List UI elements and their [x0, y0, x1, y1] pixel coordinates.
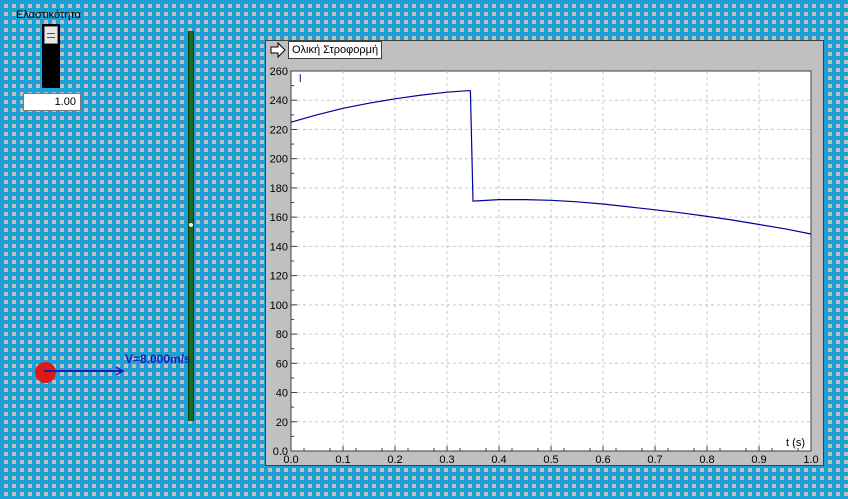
workspace-grid-line — [245, 0, 246, 499]
y-tick-label: 60 — [276, 358, 288, 370]
elasticity-value-field[interactable]: 1.00 — [23, 93, 81, 111]
x-tick-label: 0.9 — [751, 454, 766, 466]
x-tick-label: 0.8 — [699, 454, 714, 466]
y-tick-label: 40 — [276, 388, 288, 400]
y-tick-label: 0.0 — [273, 446, 288, 458]
y-tick-label: 220 — [270, 124, 288, 136]
y-tick-label: 80 — [276, 329, 288, 341]
x-axis-label: t (s) — [786, 437, 805, 449]
y-tick-label: 200 — [270, 154, 288, 166]
y-tick-label: 100 — [270, 300, 288, 312]
x-tick-label: 0.7 — [647, 454, 662, 466]
elasticity-label: Ελαστικότητα — [16, 9, 81, 21]
angular-momentum-chart: 0.0 0.1 0.2 0.3 0.4 0.5 0.6 0.7 0.8 0.9 1.00.02040… — [270, 66, 819, 466]
workspace-grid-line — [0, 31, 848, 32]
workspace-grid-line — [0, 468, 848, 469]
velocity-vector[interactable] — [44, 364, 134, 378]
x-tick-label: 1.0 — [803, 454, 818, 466]
workspace-grid-line — [195, 0, 196, 499]
workspace-grid-line — [845, 0, 846, 499]
series-label: l — [299, 73, 301, 85]
elasticity-slider-thumb[interactable] — [44, 26, 58, 44]
x-tick-label: 0.1 — [335, 454, 350, 466]
velocity-label: V=8.000m/s — [125, 352, 191, 366]
y-tick-label: 120 — [270, 271, 288, 283]
y-tick-label: 260 — [270, 66, 288, 78]
arrow-right-icon[interactable] — [270, 41, 286, 58]
y-tick-label: 160 — [270, 212, 288, 224]
x-tick-label: 0.5 — [543, 454, 558, 466]
y-tick-label: 240 — [270, 95, 288, 107]
y-tick-label: 140 — [270, 241, 288, 253]
x-tick-label: 0.6 — [595, 454, 610, 466]
rod-pivot — [188, 222, 194, 228]
x-tick-label: 0.4 — [491, 454, 506, 466]
workspace-grid-line — [145, 0, 146, 499]
x-tick-label: 0.3 — [439, 454, 454, 466]
y-tick-label: 180 — [270, 183, 288, 195]
workspace-grid-line — [95, 0, 96, 499]
graph-header: Ολική Στροφορμή — [270, 40, 383, 59]
y-tick-label: 20 — [276, 417, 288, 429]
x-tick-label: 0.2 — [387, 454, 402, 466]
graph-title: Ολική Στροφορμή — [288, 40, 383, 59]
